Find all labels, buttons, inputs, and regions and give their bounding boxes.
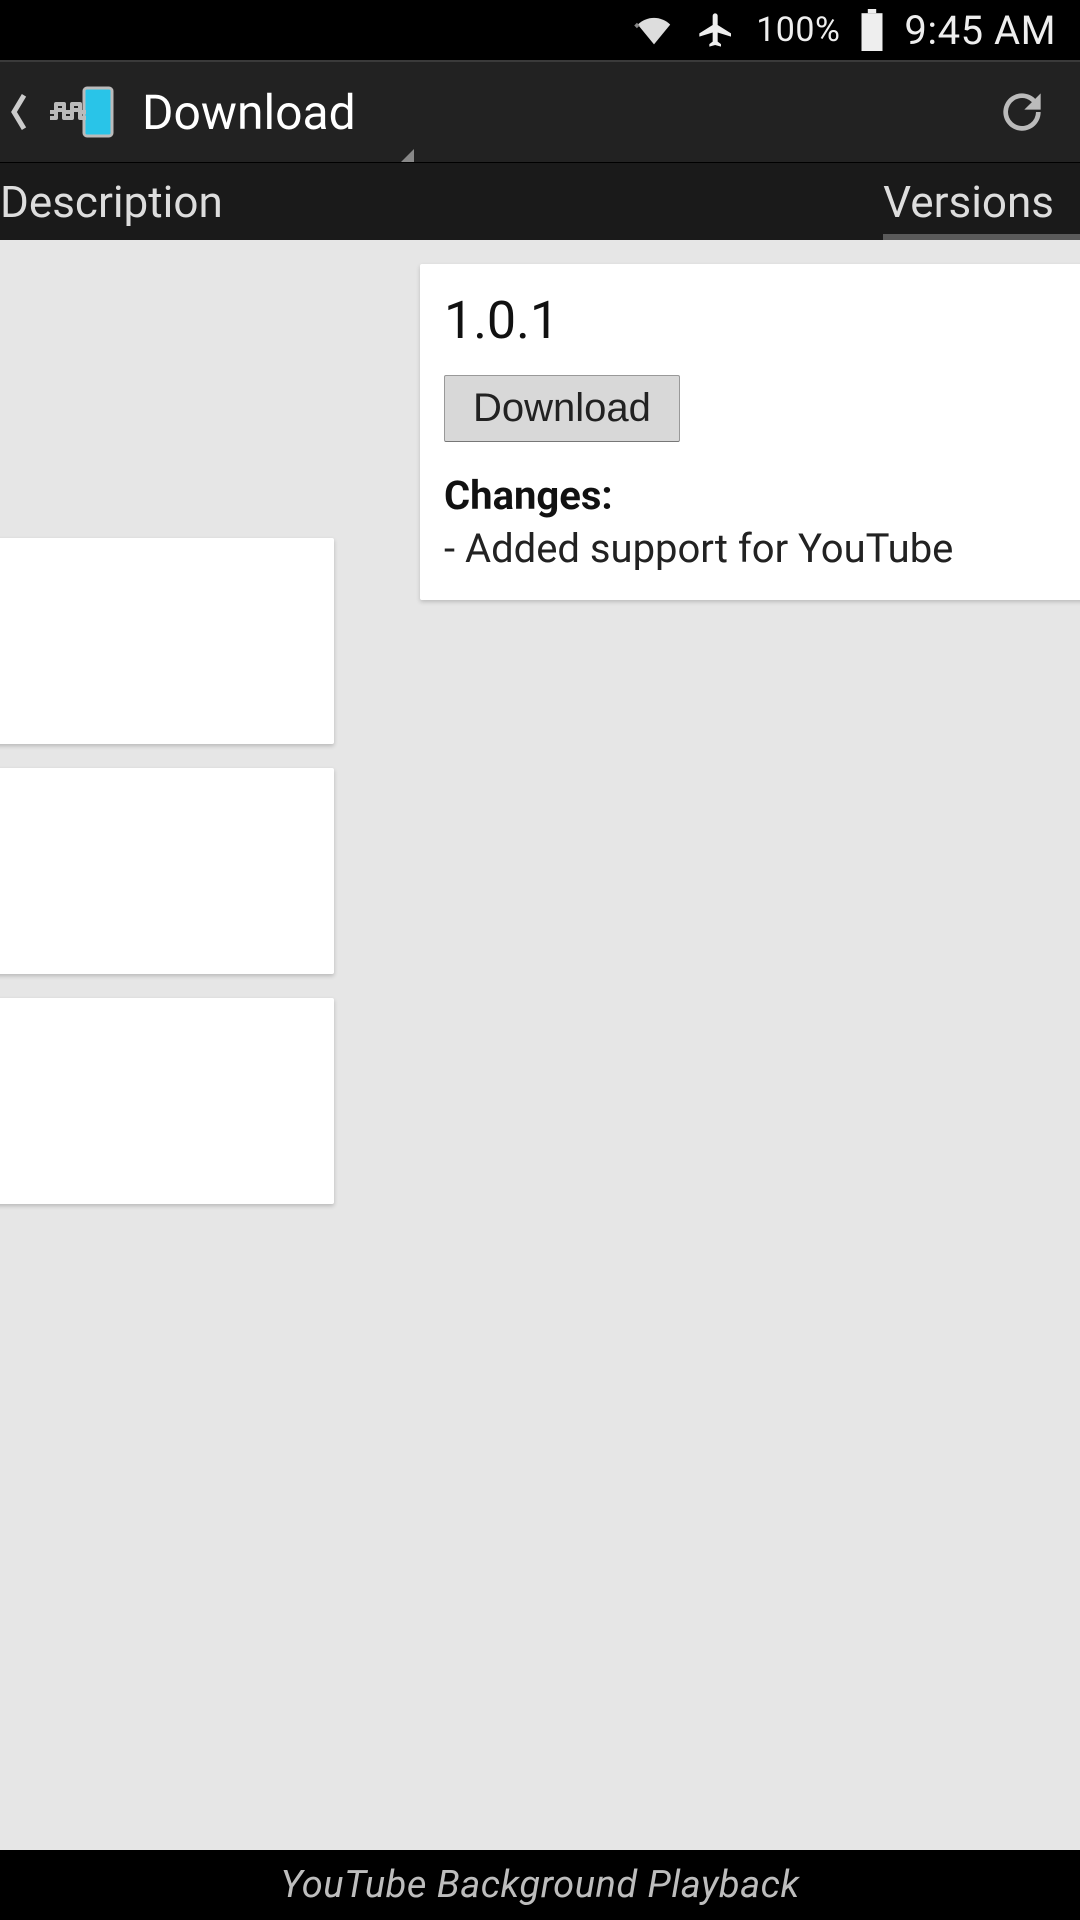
wifi-icon [632, 12, 676, 48]
versions-pane[interactable]: 1.0.1 Download Changes: - Added support … [398, 240, 1080, 600]
download-button[interactable]: Download [444, 375, 680, 442]
link-card-repo[interactable]: dule/ ndplayback [0, 998, 334, 1204]
navigation-dropdown[interactable]: Download [142, 84, 972, 141]
tab-label: Versions [883, 176, 1054, 228]
battery-percent: 100% [756, 10, 840, 50]
back-button[interactable] [2, 62, 36, 162]
tab-versions[interactable]: Versions [863, 163, 1080, 240]
tab-label: Description [0, 176, 223, 228]
version-card: 1.0.1 Download Changes: - Added support … [420, 264, 1080, 600]
link-text: ck [0, 898, 312, 952]
link-text: dule/ [0, 1074, 312, 1128]
status-bar: 100% 9:45 AM [0, 0, 1080, 60]
action-bar: Download [0, 60, 1080, 162]
tab-bar: Description Versions [0, 162, 1080, 240]
footer-module-name: YouTube Background Playback [0, 1850, 1080, 1920]
link-text: ck/issues [0, 668, 312, 722]
refresh-button[interactable] [972, 62, 1072, 162]
xposed-app-icon[interactable] [46, 84, 116, 140]
link-card-source[interactable]: / ck [0, 768, 334, 974]
link-text: / [0, 844, 312, 898]
description-pane[interactable]: nd Playback in YouTube. 10.03.5 and 10.0… [0, 240, 360, 1228]
link-text: ndplayback [0, 1128, 312, 1182]
changes-heading: Changes: [444, 472, 1080, 519]
module-description-line: 10.03.5 and 10.04.5. [0, 445, 334, 492]
tab-description[interactable]: Description [0, 163, 863, 240]
link-text: / [0, 614, 312, 668]
module-title: nd Playback [0, 266, 334, 334]
battery-icon [858, 9, 886, 51]
navigation-title: Download [142, 84, 356, 141]
link-card-issues[interactable]: / ck/issues [0, 538, 334, 744]
airplane-mode-icon [694, 10, 738, 50]
version-number: 1.0.1 [444, 290, 1080, 351]
changes-body: - Added support for YouTube [444, 525, 1080, 572]
content-area: nd Playback in YouTube. 10.03.5 and 10.0… [0, 240, 1080, 1850]
footer-text: YouTube Background Playback [280, 1863, 799, 1907]
module-description-line: in YouTube. [0, 368, 334, 415]
clock: 9:45 AM [904, 7, 1056, 54]
